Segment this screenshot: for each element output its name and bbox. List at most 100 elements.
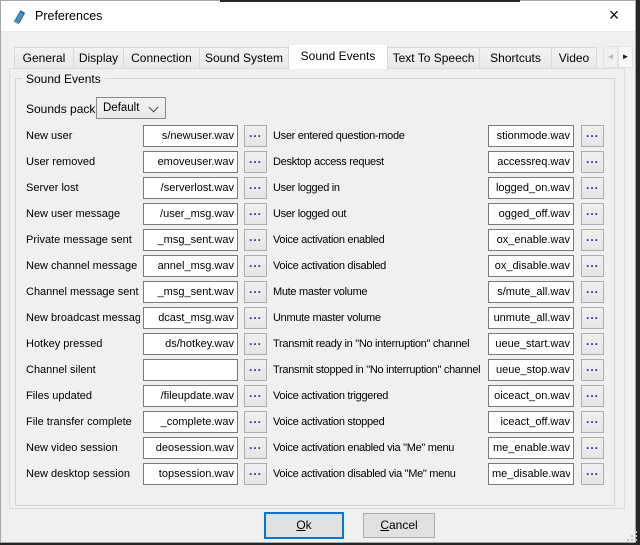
resize-grip[interactable]: [627, 531, 629, 533]
sound-file-input[interactable]: [143, 359, 238, 381]
sound-event-label: File transfer complete: [26, 416, 140, 428]
browse-button[interactable]: ...: [581, 359, 604, 381]
browse-button[interactable]: ...: [244, 411, 267, 433]
sound-file-input[interactable]: [488, 281, 574, 303]
preferences-dialog: Preferences × GeneralDisplayConnectionSo…: [0, 0, 636, 543]
sound-event-label: Voice activation enabled: [273, 234, 486, 246]
sound-file-input[interactable]: [143, 385, 238, 407]
tab-video[interactable]: Video: [551, 47, 597, 69]
browse-button[interactable]: ...: [581, 229, 604, 251]
tab-display[interactable]: Display: [73, 47, 124, 69]
cancel-button[interactable]: Cancel: [363, 513, 435, 538]
browse-button[interactable]: ...: [581, 125, 604, 147]
sound-file-input[interactable]: [143, 177, 238, 199]
tab-shortcuts[interactable]: Shortcuts: [479, 47, 552, 69]
browse-button[interactable]: ...: [244, 203, 267, 225]
sound-file-input[interactable]: [488, 177, 574, 199]
browse-button[interactable]: ...: [244, 281, 267, 303]
browse-button[interactable]: ...: [581, 307, 604, 329]
sounds-pack-label: Sounds pack: [26, 102, 95, 116]
sound-event-label: New user message: [26, 208, 140, 220]
browse-button[interactable]: ...: [244, 177, 267, 199]
browse-button[interactable]: ...: [244, 437, 267, 459]
sound-event-label: User removed: [26, 156, 140, 168]
sound-file-input[interactable]: [488, 307, 574, 329]
sound-file-input[interactable]: [143, 437, 238, 459]
sound-event-label: Files updated: [26, 390, 140, 402]
browse-button[interactable]: ...: [581, 281, 604, 303]
browse-button[interactable]: ...: [244, 125, 267, 147]
ok-button[interactable]: Ok: [264, 512, 344, 539]
sound-file-input[interactable]: [488, 229, 574, 251]
sound-file-input[interactable]: [143, 411, 238, 433]
browse-button[interactable]: ...: [244, 333, 267, 355]
sound-file-input[interactable]: [488, 125, 574, 147]
browse-button[interactable]: ...: [581, 411, 604, 433]
sound-file-input[interactable]: [488, 151, 574, 173]
tab-sound-system[interactable]: Sound System: [199, 47, 289, 69]
sound-file-input[interactable]: [143, 125, 238, 147]
close-icon[interactable]: ×: [601, 1, 627, 31]
tab-connection[interactable]: Connection: [123, 47, 200, 69]
sound-file-input[interactable]: [488, 333, 574, 355]
browse-button[interactable]: ...: [581, 151, 604, 173]
sound-event-label: Voice activation triggered: [273, 390, 486, 402]
tab-scroll-left-icon[interactable]: ◄: [603, 46, 618, 68]
browse-button[interactable]: ...: [581, 203, 604, 225]
sound-event-label: Private message sent: [26, 234, 140, 246]
sound-file-input[interactable]: [488, 385, 574, 407]
browse-button[interactable]: ...: [244, 463, 267, 485]
sound-file-input[interactable]: [488, 359, 574, 381]
sound-event-label: New video session: [26, 442, 140, 454]
sound-event-label: User entered question-mode: [273, 130, 486, 142]
sound-event-label: Voice activation disabled via "Me" menu: [273, 468, 486, 480]
browse-button[interactable]: ...: [244, 229, 267, 251]
sound-file-input[interactable]: [143, 151, 238, 173]
sound-event-label: Voice activation enabled via "Me" menu: [273, 442, 486, 454]
sound-event-label: Server lost: [26, 182, 140, 194]
sound-event-label: Transmit ready in "No interruption" chan…: [273, 338, 486, 350]
browse-button[interactable]: ...: [244, 307, 267, 329]
browse-button[interactable]: ...: [244, 359, 267, 381]
tab-general[interactable]: General: [14, 47, 74, 69]
sound-file-input[interactable]: [488, 255, 574, 277]
sound-file-input[interactable]: [143, 281, 238, 303]
browse-button[interactable]: ...: [244, 255, 267, 277]
sound-file-input[interactable]: [143, 203, 238, 225]
sound-file-input[interactable]: [488, 437, 574, 459]
sound-event-label: New desktop session: [26, 468, 140, 480]
sound-file-input[interactable]: [143, 229, 238, 251]
browse-button[interactable]: ...: [244, 151, 267, 173]
browse-button[interactable]: ...: [581, 385, 604, 407]
tab-scroll-right-icon[interactable]: ►: [618, 46, 633, 68]
sound-file-input[interactable]: [143, 307, 238, 329]
sound-event-label: Voice activation disabled: [273, 260, 486, 272]
browse-button[interactable]: ...: [581, 333, 604, 355]
sound-event-label: New broadcast message: [26, 312, 140, 324]
sound-file-input[interactable]: [488, 203, 574, 225]
sound-event-label: User logged out: [273, 208, 486, 220]
tab-sound-events[interactable]: Sound Events: [288, 45, 388, 69]
sound-file-input[interactable]: [488, 411, 574, 433]
sound-file-input[interactable]: [143, 255, 238, 277]
sound-file-input[interactable]: [143, 463, 238, 485]
sound-file-input[interactable]: [488, 463, 574, 485]
titlebar: Preferences ×: [1, 1, 635, 32]
browse-button[interactable]: ...: [581, 437, 604, 459]
browse-button[interactable]: ...: [581, 177, 604, 199]
sounds-pack-select[interactable]: Default: [96, 97, 166, 119]
app-icon: [11, 8, 28, 25]
tab-text-to-speech[interactable]: Text To Speech: [387, 47, 480, 69]
browse-button[interactable]: ...: [581, 255, 604, 277]
sound-event-label: Voice activation stopped: [273, 416, 486, 428]
sound-event-label: Transmit stopped in "No interruption" ch…: [273, 364, 486, 376]
sound-file-input[interactable]: [143, 333, 238, 355]
group-box-title: Sound Events: [22, 72, 105, 86]
sound-event-label: Hotkey pressed: [26, 338, 140, 350]
browse-button[interactable]: ...: [244, 385, 267, 407]
sound-event-label: Channel message sent: [26, 286, 140, 298]
browse-button[interactable]: ...: [581, 463, 604, 485]
tab-bar: GeneralDisplayConnectionSound SystemSoun…: [14, 45, 604, 69]
sound-event-label: New user: [26, 130, 140, 142]
sound-event-label: Desktop access request: [273, 156, 486, 168]
